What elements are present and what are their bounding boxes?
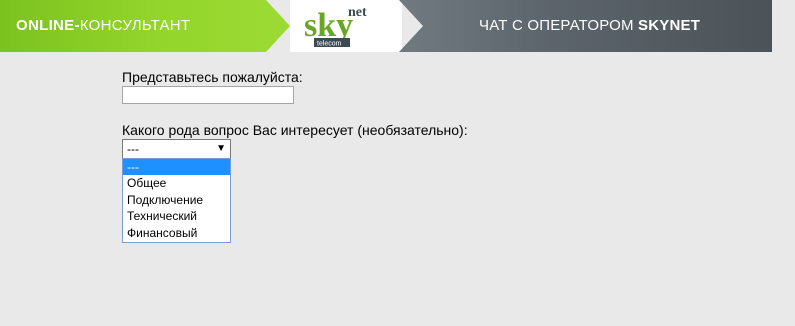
chat-title-prefix: ЧАТ С ОПЕРАТОРОМ xyxy=(479,17,639,34)
brand-title-rest: КОНСУЛЬТАНТ xyxy=(79,17,191,34)
name-label: Представьтесь пожалуйста: xyxy=(122,69,303,85)
chat-banner: ЧАТ С ОПЕРАТОРОМ SKYNET xyxy=(399,0,772,52)
caret-down-icon: ▼ xyxy=(216,143,226,154)
brand-title-bold: ONLINE- xyxy=(16,17,80,34)
topic-option[interactable]: Технический xyxy=(123,208,230,224)
topic-option[interactable]: Общее xyxy=(123,175,230,191)
topic-option[interactable]: --- xyxy=(123,159,230,176)
skynet-logo: sky net telecom xyxy=(290,0,402,52)
topic-option[interactable]: Подключение xyxy=(123,192,230,208)
topic-select-value: --- xyxy=(127,142,139,156)
chat-title-bold: SKYNET xyxy=(638,17,701,34)
chat-title: ЧАТ С ОПЕРАТОРОМ SKYNET xyxy=(479,17,700,34)
brand-banner: ONLINE-КОНСУЛЬТАНТ xyxy=(0,0,290,52)
logo-sup-text: net xyxy=(348,5,367,20)
topic-select[interactable]: --- ▼ xyxy=(122,139,231,159)
brand-title: ONLINE-КОНСУЛЬТАНТ xyxy=(16,17,190,34)
topic-dropdown-list: --- Общее Подключение Технический Финанс… xyxy=(122,158,231,243)
topic-option[interactable]: Финансовый xyxy=(123,225,230,241)
header: ONLINE-КОНСУЛЬТАНТ sky net telecom ЧАТ С… xyxy=(0,0,772,52)
topic-label: Какого рода вопрос Вас интересует (необя… xyxy=(122,122,468,138)
skynet-logo-svg: sky net telecom xyxy=(304,5,367,48)
logo-sub-text: telecom xyxy=(317,41,342,48)
name-input[interactable] xyxy=(122,86,294,104)
